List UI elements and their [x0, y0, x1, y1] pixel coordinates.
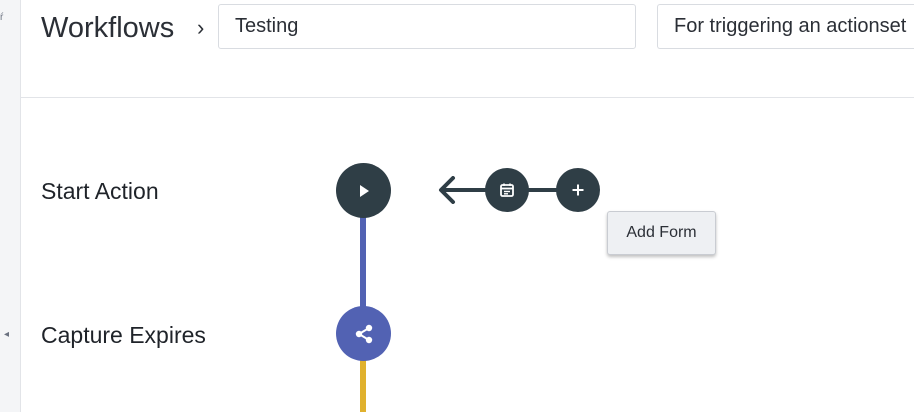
expand-panel-icon[interactable]: ◂	[4, 329, 9, 340]
page-header: Workflows ›	[21, 0, 914, 98]
add-form-button[interactable]	[556, 168, 600, 212]
gutter-corner-glyph: ŕ	[0, 12, 4, 23]
share-icon	[355, 324, 372, 343]
play-icon	[359, 184, 369, 197]
workflow-editor: ŕ ◂ Workflows › Start Action Capture Exp…	[0, 0, 914, 412]
step-label-capture-expires: Capture Expires	[41, 322, 206, 348]
connector-line	[360, 216, 366, 308]
plus-icon	[572, 184, 584, 196]
connector-line	[360, 360, 366, 412]
form-node-button[interactable]	[485, 168, 529, 212]
workflow-canvas: Start Action Capture Expires Add Form	[21, 98, 914, 412]
start-action-node[interactable]	[336, 163, 391, 218]
capture-expires-node[interactable]	[336, 306, 391, 361]
workflow-description-input[interactable]	[657, 4, 914, 49]
side-panel-gutter: ŕ ◂	[0, 0, 21, 412]
arrow-left-icon	[439, 176, 455, 204]
calendar-icon	[500, 183, 514, 197]
page-title[interactable]: Workflows	[41, 10, 174, 46]
step-label-start-action: Start Action	[41, 178, 159, 204]
add-form-tooltip: Add Form	[607, 211, 716, 255]
breadcrumb-chevron-icon: ›	[197, 15, 205, 40]
workflow-name-input[interactable]	[218, 4, 636, 49]
